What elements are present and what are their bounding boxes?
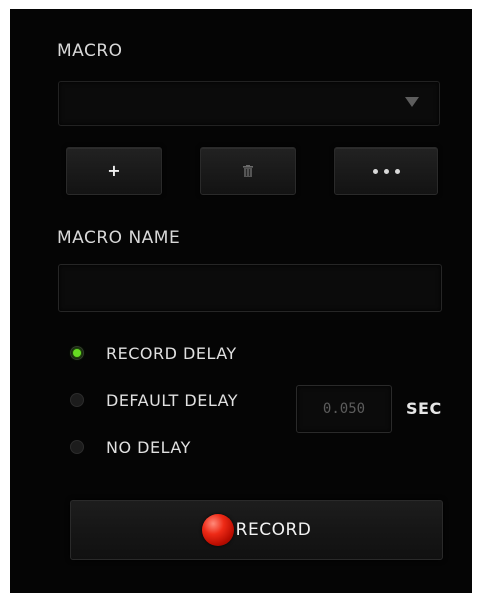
radio-unselected-indicator (70, 393, 84, 407)
default-delay-label: DEFAULT DELAY (106, 390, 239, 410)
ellipsis-icon (372, 168, 400, 174)
delay-unit-label: SEC (406, 399, 442, 418)
more-options-button[interactable] (334, 147, 438, 195)
trash-icon (243, 165, 253, 177)
radio-record-delay[interactable]: RECORD DELAY (70, 341, 237, 365)
macro-panel: MACRO + MACRO NAME RECORD DELAY DEFAULT … (10, 9, 472, 593)
macro-name-input[interactable] (58, 264, 442, 312)
add-macro-button[interactable]: + (66, 147, 162, 195)
macro-dropdown[interactable] (58, 81, 440, 126)
radio-unselected-indicator (70, 440, 84, 454)
plus-icon: + (107, 161, 121, 180)
radio-no-delay[interactable]: NO DELAY (70, 435, 191, 459)
radio-default-delay[interactable]: DEFAULT DELAY (70, 388, 238, 412)
macro-section-title: MACRO (57, 41, 123, 61)
record-delay-label: RECORD DELAY (106, 343, 237, 363)
record-dot-icon (201, 514, 234, 546)
no-delay-label: NO DELAY (106, 437, 191, 457)
record-button-label: RECORD (235, 520, 312, 540)
default-delay-input[interactable] (296, 385, 392, 433)
radio-selected-indicator (70, 346, 84, 360)
delete-macro-button[interactable] (200, 147, 296, 195)
triangle-down-icon (405, 97, 419, 107)
macro-name-title: MACRO NAME (57, 228, 181, 248)
record-button[interactable]: RECORD (70, 500, 443, 560)
